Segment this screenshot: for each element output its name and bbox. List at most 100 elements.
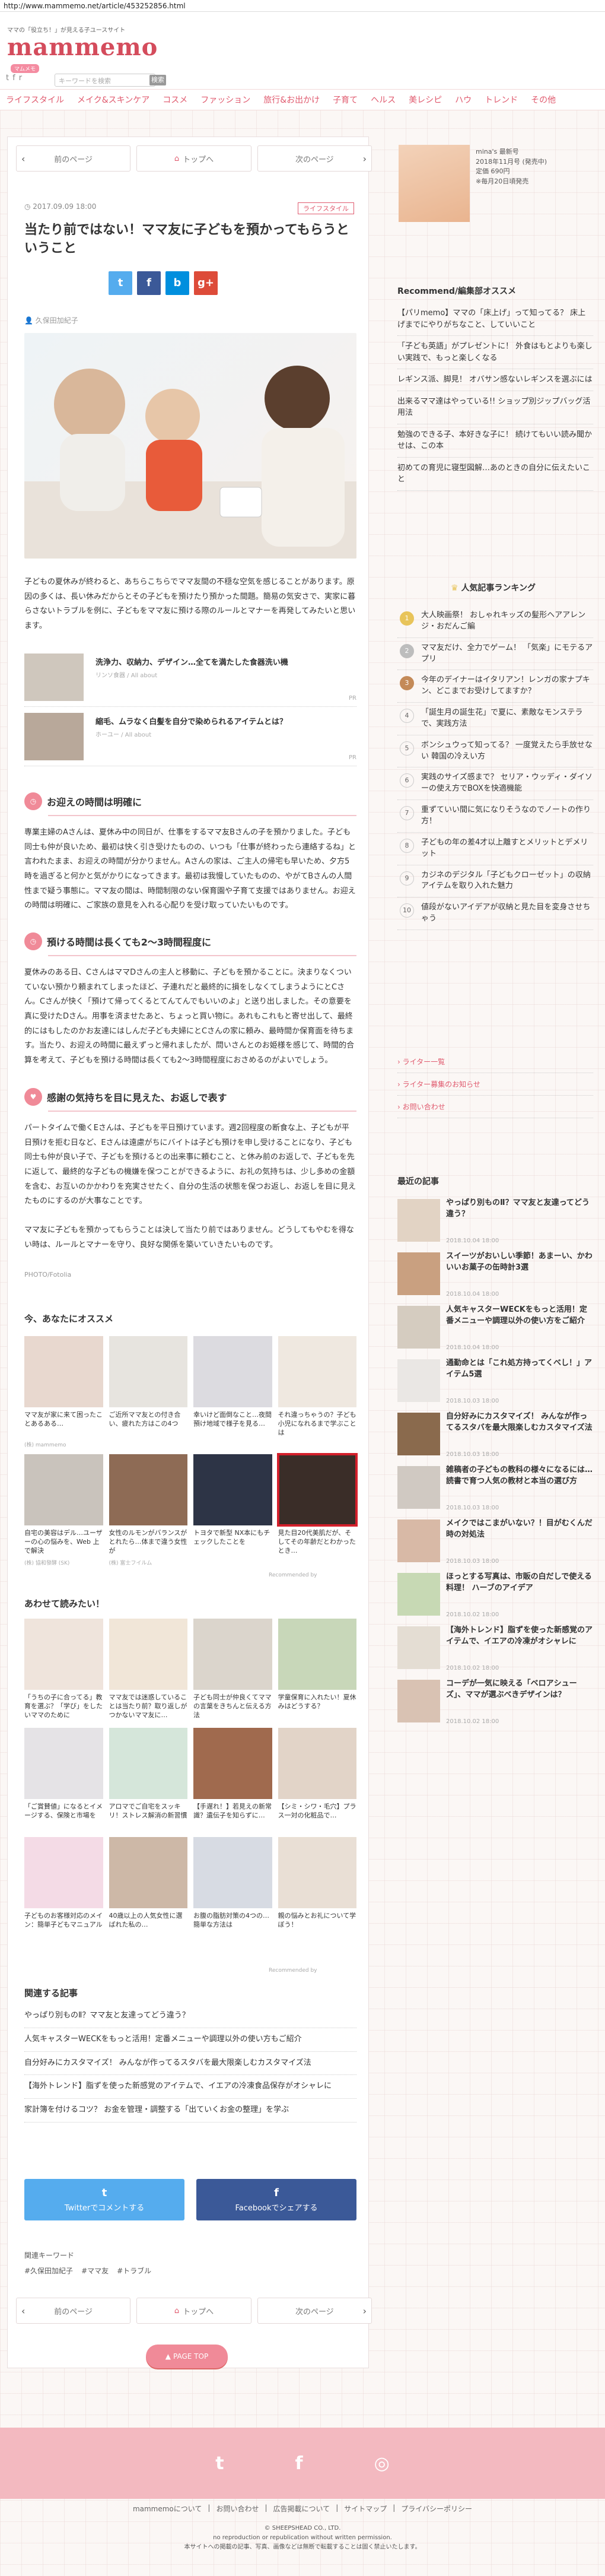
- browser-url[interactable]: http://www.mammemo.net/article/453252856…: [0, 0, 605, 12]
- ranking-item[interactable]: 3 今年のデイナーはイタリアン！レンガの家ナプキン、どこまでお受けしてますか？: [397, 670, 593, 703]
- ranking-item[interactable]: 5 ボンシュウって知ってる？ 一度覚えたら手放せない 韓国の冷えい方: [397, 735, 593, 768]
- new-article[interactable]: スイーツがおいしい季節！あまーい、かわいいお菓子の缶時計3選 2018.10.04…: [397, 1250, 593, 1300]
- ranking-item[interactable]: 4 「誕生月の誕生花」で夏に、素敵なモンステラで、実践方法: [397, 703, 593, 735]
- search-button[interactable]: 検索: [149, 75, 166, 85]
- prev-page-button[interactable]: ‹ 前のページ: [16, 145, 131, 172]
- keyword-tag[interactable]: #ママ友: [81, 2266, 109, 2276]
- also-card[interactable]: 学童保育に入れたい！夏休みはどうする？: [278, 1619, 356, 1722]
- new-article[interactable]: 雑稿者の子どもの教科の様々になるには…読書で育つ人気の教材と本当の選び方 2018…: [397, 1464, 593, 1514]
- related-article-link[interactable]: やっぱり別ものⅡ？ママ友と友達ってどう違う？: [24, 2004, 356, 2028]
- also-card[interactable]: 40歳以上の人気女性に選ばれた私の…: [109, 1837, 187, 1940]
- recommended-by[interactable]: Recommended by: [269, 1968, 317, 1974]
- twitter-icon[interactable]: t: [6, 74, 9, 83]
- new-article[interactable]: 【海外トレンド】脂ずを使った新感覚のアイテムで、イエアの冷凍がオシャレに 2018…: [397, 1624, 593, 1674]
- also-card[interactable]: 「うちの子に合ってる」教育を選ぶ？「学び」をしたいママのために: [24, 1619, 103, 1722]
- rss-icon[interactable]: r: [19, 74, 22, 83]
- page-top-button[interactable]: ▲ PAGE TOP: [146, 2345, 228, 2368]
- recommend-card[interactable]: 幸いけど面倒なこと…夜間預け地域で様子を見る…: [193, 1336, 272, 1448]
- recommend-card[interactable]: 自宅の美容はデル…ユーザーの心の悩みを、Web 上で解決 (株) 協和發酵 (SK…: [24, 1454, 103, 1566]
- recommend-card[interactable]: それ違っちゃうの？子ども小児になれるまで学ぶことは: [278, 1336, 356, 1448]
- writers-link[interactable]: › ライター一覧: [397, 1051, 593, 1073]
- nav-item[interactable]: その他: [531, 94, 556, 106]
- recommend-link[interactable]: 【パリmemo】ママの「床上げ」って知ってる？ 床上げまでにやりがちなこと、して…: [397, 303, 593, 336]
- also-card[interactable]: 【手遅れ！】若見えの新常識？遺伝子を知らずに…: [193, 1728, 272, 1831]
- top-page-button[interactable]: ⌂ トップへ: [136, 145, 251, 172]
- also-card[interactable]: 親の悩みとお礼について学ぼう！: [278, 1837, 356, 1940]
- contact-link[interactable]: › お問い合わせ: [397, 1096, 593, 1118]
- new-article[interactable]: ほっとする写真は、市販の白だしで使える料理！ ハーブのアイデア 2018.10.0…: [397, 1571, 593, 1620]
- hatena-share-icon[interactable]: b: [165, 271, 189, 295]
- next-page-button[interactable]: 次のページ ›: [257, 145, 372, 172]
- related-ad[interactable]: 洗浄力、収納力、デザイン…全てを満たした食器洗い機 リンソ食器 / All ab…: [24, 648, 356, 707]
- nav-item[interactable]: コスメ: [163, 94, 187, 106]
- nav-item[interactable]: メイク&スキンケア: [77, 94, 149, 106]
- new-article[interactable]: 通勤命とは「これ処方持ってくべし！」アイテム5選 2018.10.03 18:00: [397, 1357, 593, 1407]
- new-article[interactable]: メイクではこまがいない？！目がむくんだ時の対処法 2018.10.03 18:00: [397, 1517, 593, 1567]
- nav-item[interactable]: ヘルス: [371, 94, 396, 106]
- recommend-card-highlighted[interactable]: 見た目20代美肌だが、そしてその年齢だとわかったとき…: [276, 1453, 358, 1566]
- recommend-link[interactable]: 初めての育児に寝型図解…あのときの自分に伝えたいこと: [397, 458, 593, 491]
- writer-recruit-link[interactable]: › ライター募集のお知らせ: [397, 1073, 593, 1096]
- nav-item[interactable]: トレンド: [485, 94, 518, 106]
- nav-item[interactable]: ハウ: [455, 94, 472, 106]
- related-title[interactable]: 縮毛、ムラなく白髪を自分で染められるアイテムとは？: [95, 715, 287, 727]
- related-ad[interactable]: 縮毛、ムラなく白髪を自分で染められるアイテムとは？ ホーユー / All abo…: [24, 707, 356, 766]
- facebook-icon[interactable]: f: [12, 74, 15, 83]
- ranking-item[interactable]: 6 実践のサイズ感まで？ セリア・ウッディ・ダイソーの使え方でBOXを快適機能: [397, 767, 593, 801]
- nav-item[interactable]: ファッション: [200, 94, 250, 106]
- footer-link-about[interactable]: mammemoについて: [133, 2504, 202, 2514]
- related-article-link[interactable]: 人気キャスターWECKをもっと活用！定番メニューや調理以外の使い方もご紹介: [24, 2028, 356, 2052]
- google-plus-share-icon[interactable]: g+: [194, 271, 218, 295]
- ranking-item[interactable]: 10 値段がないアイデアが収納と見た目を変身させちゃう: [397, 897, 593, 930]
- footer-link-ads[interactable]: 広告掲載について: [273, 2504, 330, 2514]
- related-article-link[interactable]: 【海外トレンド】脂ずを使った新感覚のアイテムで、イエアの冷凍食品保存がオシャレに: [24, 2075, 356, 2099]
- facebook-icon[interactable]: f: [295, 2453, 303, 2474]
- new-article[interactable]: コーデが一気に映える「ベロアシューズ」、ママが選ぶべきデザインは？ 2018.10…: [397, 1677, 593, 1727]
- ranking-item[interactable]: 8 子どもの年の差4才以上離すとメリットとデメリット: [397, 833, 593, 865]
- twitter-icon[interactable]: t: [215, 2453, 224, 2474]
- footer-link-privacy[interactable]: プライバシーポリシー: [401, 2504, 472, 2514]
- recommend-link[interactable]: 「子ども英語」がプレゼントに！ 外食はもとよりも楽しい実践で、もっと楽しくなる: [397, 336, 593, 369]
- footer-link-contact[interactable]: お問い合わせ: [216, 2504, 259, 2514]
- also-card[interactable]: お腹の脂肪対策の4つの…簡単な方法は: [193, 1837, 272, 1940]
- recommend-card[interactable]: ご近所ママ友との付き合い、疲れた方はこの4つ: [109, 1336, 187, 1448]
- author-name[interactable]: 久保田加紀子: [36, 316, 78, 325]
- search-input[interactable]: キーワードを検索: [55, 74, 155, 87]
- recommend-card[interactable]: トヨタで新型 NX本にもチェックしたことを: [193, 1454, 272, 1566]
- facebook-share-button[interactable]: f Facebookでシェアする: [196, 2179, 356, 2220]
- new-article[interactable]: 人気キャスターWECKをもっと活用！定番メニューや調理以外の使い方をご紹介 201…: [397, 1303, 593, 1353]
- related-article-link[interactable]: 家計簿を付けるコツ？ お金を管理・調整する「出ていくお金の整理」を学ぶ: [24, 2099, 356, 2123]
- keyword-tag[interactable]: #久保田加紀子: [24, 2266, 73, 2276]
- related-title[interactable]: 洗浄力、収納力、デザイン…全てを満たした食器洗い機: [95, 656, 288, 667]
- nav-item[interactable]: 旅行&お出かけ: [263, 94, 320, 106]
- recommend-link[interactable]: 勉強のできる子、本好きな子に！ 続けてもいい読み聞かせは、この本: [397, 424, 593, 458]
- next-page-button[interactable]: 次のページ ›: [257, 2298, 372, 2324]
- recommend-link[interactable]: レギンス派、脚見！ オバサン感ないレギンスを選ぶには: [397, 369, 593, 391]
- category-badge[interactable]: ライフスタイル: [298, 202, 354, 214]
- prev-page-button[interactable]: ‹ 前のページ: [16, 2298, 131, 2324]
- nav-item[interactable]: ライフスタイル: [6, 94, 64, 106]
- recommend-card[interactable]: ママ友が家に来て困ったことあるある… (株) mammemo: [24, 1336, 103, 1448]
- facebook-share-icon[interactable]: f: [137, 271, 161, 295]
- recommend-card[interactable]: 女性のルモンがバランスがとれたら…体まで違う女性が (株) 富士フイルム: [109, 1454, 187, 1566]
- ranking-item[interactable]: 1 大人映画祭！ おしゃれキッズの髪形ヘアアレンジ・おだんご編: [397, 605, 593, 638]
- magazine-ad[interactable]: mina's 最新号 2018年11月号 (発売中) 定価 690円 ※毎月20…: [397, 142, 599, 226]
- nav-item[interactable]: 美レシピ: [409, 94, 442, 106]
- twitter-share-icon[interactable]: t: [109, 271, 132, 295]
- ranking-item[interactable]: 7 重ずていい間に気になりそうなのでノートの作り方！: [397, 800, 593, 833]
- also-card[interactable]: ママ友では迷惑していることは当たり前？取り返しがつかないママ友に…: [109, 1619, 187, 1722]
- twitter-comment-button[interactable]: t Twitterでコメントする: [24, 2179, 184, 2220]
- ranking-item[interactable]: 2 ママ友だけ、全力でゲーム！ 「気楽」にモテるアプリ: [397, 638, 593, 671]
- related-article-link[interactable]: 自分好みにカスタマイズ！ みんなが作ってるスタバを最大限楽しむカスタマイズ法: [24, 2052, 356, 2076]
- recommend-link[interactable]: 出来るママ達はやっている!! ショップ別ジップバッグ活用法: [397, 391, 593, 424]
- also-card[interactable]: 「ご賞賛値」になるとイメージする、保険と市場を: [24, 1728, 103, 1831]
- also-card[interactable]: 子どものお客様対応のメイン：簡単子どもマニュアル: [24, 1837, 103, 1940]
- also-card[interactable]: 【シミ・シワ・毛穴】プラス一対の化粧品で…: [278, 1728, 356, 1831]
- keyword-tag[interactable]: #トラブル: [117, 2266, 151, 2276]
- new-article[interactable]: やっぱり別ものⅡ？ママ友と友達ってどう違う？ 2018.10.04 18:00: [397, 1197, 593, 1246]
- site-logo[interactable]: mammemo: [7, 33, 158, 61]
- nav-item[interactable]: 子育て: [333, 94, 358, 106]
- footer-link-sitemap[interactable]: サイトマップ: [344, 2504, 387, 2514]
- ranking-item[interactable]: 9 カジネのデジタル「子どもクローゼット」の収納アイテムを取り入れた魅力: [397, 865, 593, 898]
- recommended-by[interactable]: Recommended by: [269, 1572, 317, 1578]
